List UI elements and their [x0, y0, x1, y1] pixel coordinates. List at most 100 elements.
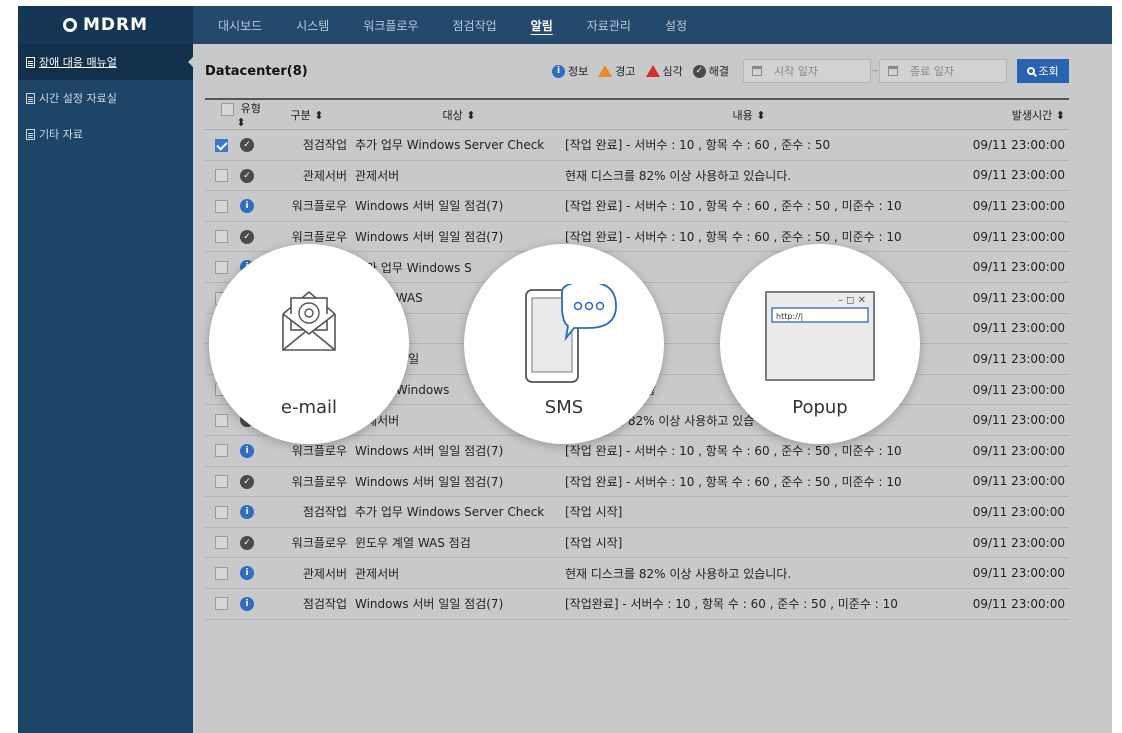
row-status-cell: ✓	[205, 129, 267, 161]
table-row[interactable]: ✓ 워크플로우 윈도우 계열 WAS 점검 [작업 시작] 09/11 23:00:00	[205, 527, 1069, 559]
row-checkbox[interactable]	[215, 505, 228, 519]
row-content: [작업 완료] - 서버수 : 10 , 항목 수 : 60 , 준수 : 50…	[563, 190, 933, 222]
phone-chat-icon	[525, 284, 617, 383]
popup-url-text: http://|	[776, 312, 803, 321]
row-content: [작업 완료] - 서버수 : 10 , 항목 수 : 60 , 준수 : 50…	[563, 466, 933, 498]
svg-text:– ◻ ✕: – ◻ ✕	[838, 295, 866, 306]
legend-resolved-label: 해결	[708, 65, 729, 78]
header-type[interactable]: 유형 ⬍	[205, 98, 267, 130]
row-target-link[interactable]: 관제서버	[353, 160, 563, 192]
nav-tab[interactable]: 시스템	[296, 17, 329, 34]
row-checkbox[interactable]	[215, 138, 228, 152]
header-time[interactable]: 발생시간 ⬍	[933, 98, 1069, 130]
end-date-input[interactable]: 종료 일자	[879, 59, 1007, 83]
row-status-cell: i	[205, 435, 267, 467]
row-checkbox[interactable]	[215, 566, 228, 580]
row-checkbox[interactable]	[215, 444, 228, 458]
start-date-input[interactable]: 시작 일자	[743, 59, 871, 83]
check-icon: ✓	[240, 535, 254, 550]
header-category[interactable]: 구분 ⬍	[267, 98, 353, 130]
table-row[interactable]: i 관제서버 관제서버 현재 디스크를 82% 이상 사용하고 있습니다. 09/11 …	[205, 557, 1069, 589]
info-icon: i	[240, 596, 254, 611]
search-icon	[1027, 67, 1036, 75]
row-status-cell: ✓	[205, 160, 267, 192]
row-content: [작업 시작]	[563, 496, 933, 528]
table-row[interactable]: i 점검작업 Windows 서버 일일 점검(7) [작업완료] - 서버수 : 1…	[205, 588, 1069, 620]
info-icon: i	[240, 443, 254, 458]
nav-tab[interactable]: 자료관리	[587, 17, 631, 34]
logo[interactable]: MDRM	[18, 6, 193, 44]
row-target-link[interactable]: Windows 서버 일일 점검(7)	[353, 466, 563, 498]
row-time: 09/11 23:00:00	[933, 435, 1069, 467]
page-title: Datacenter(8)	[205, 63, 308, 79]
row-target-link[interactable]: Windows 서버 일일 점검(7)	[353, 588, 563, 620]
legend-warning: 경고	[598, 63, 636, 79]
info-icon: i	[552, 64, 565, 78]
table-row[interactable]: i 워크플로우 Windows 서버 일일 점검(7) [작업 완료] - 서버수 :…	[205, 190, 1069, 222]
sidebar-item[interactable]: 기타 자료	[18, 116, 193, 152]
legend-resolved: ✓ 해결	[692, 63, 729, 79]
info-icon: i	[240, 199, 254, 214]
email-label: e-mail	[280, 397, 338, 418]
sms-channel[interactable]: SMS	[464, 244, 664, 444]
nav-tab[interactable]: 대시보드	[218, 17, 262, 34]
row-checkbox[interactable]	[215, 475, 228, 489]
sidebar-item[interactable]: 장애 대응 매뉴얼	[18, 44, 194, 80]
row-category: 점검작업	[267, 588, 353, 620]
table-row[interactable]: i 점검작업 추가 업무 Windows Server Check [작업 시작] 09…	[205, 496, 1069, 528]
info-icon: i	[240, 505, 254, 520]
sidebar-item-label: 장애 대응 매뉴얼	[39, 56, 117, 69]
info-icon: i	[240, 566, 254, 581]
row-checkbox[interactable]	[215, 169, 228, 183]
row-content: [작업 시작]	[563, 527, 933, 559]
nav-tab[interactable]: 알림	[531, 17, 553, 34]
sms-label: SMS	[544, 397, 584, 418]
row-target-link[interactable]: Windows 서버 일일 점검(7)	[353, 190, 563, 222]
row-status-cell: i	[205, 496, 267, 528]
document-icon	[26, 56, 35, 68]
row-target-link[interactable]: Windows 서버 일일 점검(7)	[353, 435, 563, 467]
search-button-label: 조회	[1038, 66, 1059, 78]
row-checkbox[interactable]	[215, 260, 228, 274]
row-checkbox[interactable]	[215, 597, 228, 611]
row-category: 관제서버	[267, 160, 353, 192]
row-checkbox[interactable]	[215, 199, 228, 213]
row-status-cell: i	[205, 588, 267, 620]
row-status-cell: ✓	[205, 466, 267, 498]
row-target-link[interactable]: 추가 업무 Windows Server Check	[353, 129, 563, 161]
header-content[interactable]: 내용 ⬍	[563, 98, 933, 130]
legend-warning-label: 경고	[615, 65, 636, 78]
row-target-link[interactable]: 윈도우 계열 WAS 점검	[353, 527, 563, 559]
legend-info: i 정보	[552, 63, 588, 79]
select-all-checkbox[interactable]	[221, 102, 235, 116]
nav-tab[interactable]: 점검작업	[453, 17, 497, 34]
row-time: 09/11 23:00:00	[933, 313, 1069, 345]
legend-critical-label: 심각	[662, 65, 683, 78]
row-category: 워크플로우	[267, 190, 353, 222]
header-target[interactable]: 대상 ⬍	[353, 98, 563, 130]
sidebar-item[interactable]: 시간 설정 자료실	[18, 80, 193, 116]
row-status-cell: ✓	[205, 527, 267, 559]
table-row[interactable]: ✓ 워크플로우 Windows 서버 일일 점검(7) [작업 완료] - 서버수 :…	[205, 466, 1069, 498]
row-status-cell: i	[205, 190, 267, 222]
email-channel[interactable]: e-mail	[209, 244, 409, 444]
row-target-link[interactable]: Windows 서버 일일 점검(7)	[353, 221, 563, 253]
row-time: 09/11 23:00:00	[933, 496, 1069, 528]
row-checkbox[interactable]	[215, 536, 228, 550]
table-row[interactable]: ✓ 관제서버 관제서버 현재 디스크를 82% 이상 사용하고 있습니다. 09/11 …	[205, 160, 1069, 192]
warning-icon	[598, 65, 613, 77]
legend-critical: 심각	[645, 63, 683, 79]
row-target-link[interactable]: 추가 업무 Windows Server Check	[353, 496, 563, 528]
search-button[interactable]: 조회	[1017, 59, 1069, 83]
popup-channel[interactable]: – ◻ ✕ http://| Popup	[720, 244, 920, 444]
row-target-link[interactable]: 관제서버	[353, 557, 563, 589]
check-icon: ✓	[692, 64, 706, 78]
nav-tab[interactable]: 워크플로우	[363, 17, 418, 34]
nav-tab[interactable]: 설정	[665, 17, 687, 34]
browser-window-icon: – ◻ ✕ http://|	[765, 291, 875, 381]
check-icon: ✓	[240, 168, 254, 183]
row-time: 09/11 23:00:00	[933, 129, 1069, 161]
sidebar: MDRM 장애 대응 매뉴얼시간 설정 자료실 기타 자료	[18, 6, 194, 733]
row-checkbox[interactable]	[215, 230, 228, 244]
table-row[interactable]: ✓ 점검작업 추가 업무 Windows Server Check [작업 완료] -…	[205, 129, 1069, 161]
